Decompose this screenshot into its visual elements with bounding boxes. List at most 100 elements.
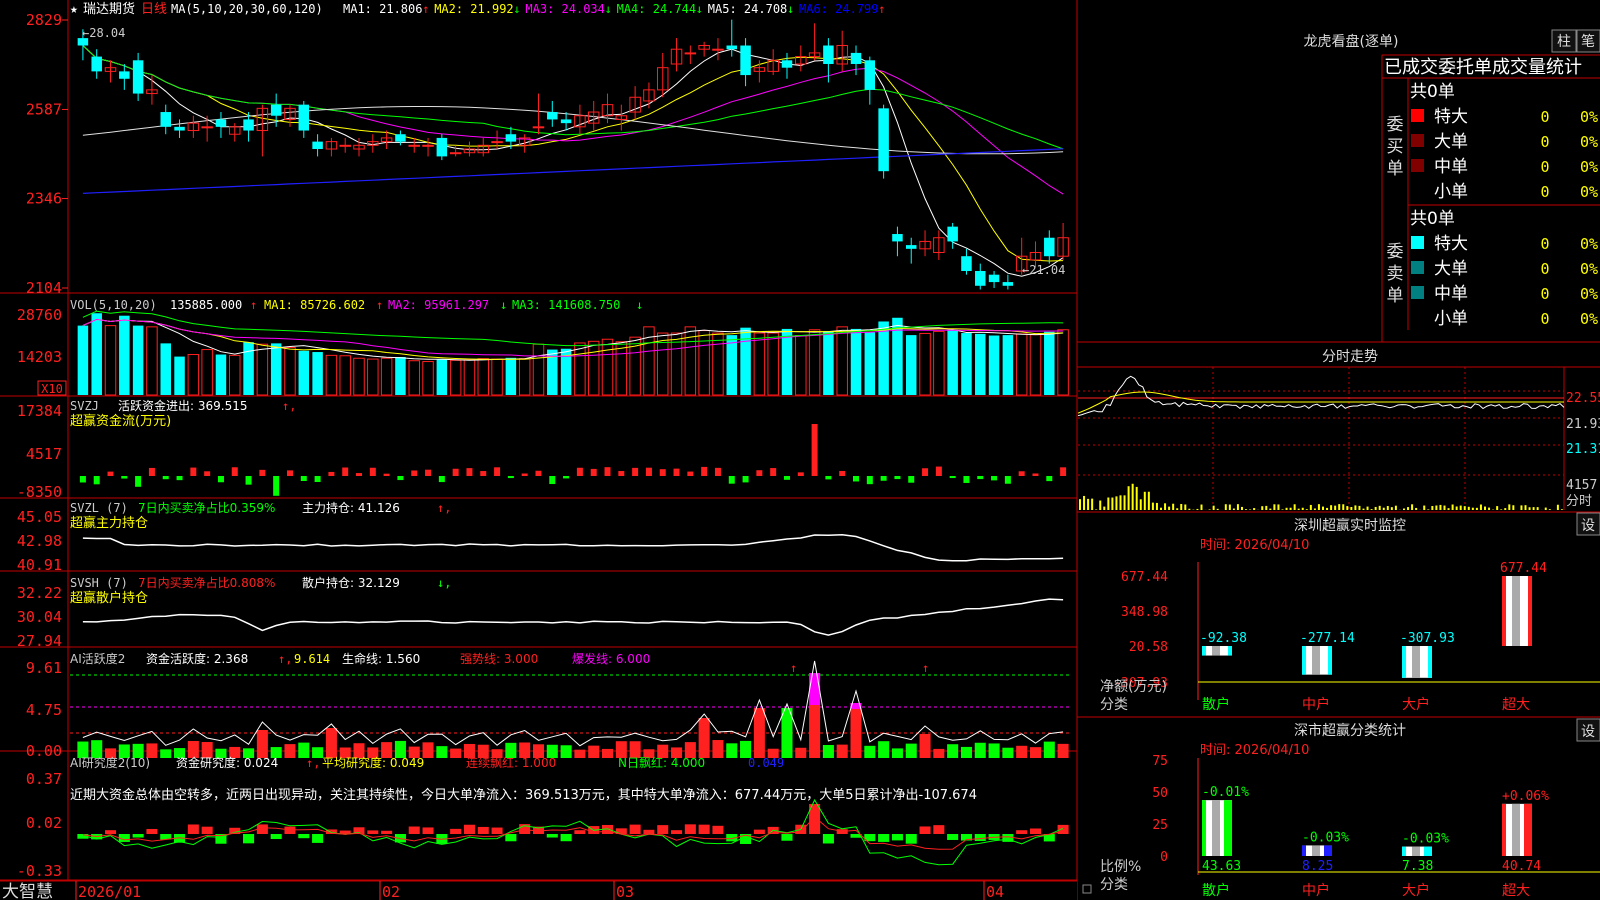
classify-value: 40.74 — [1502, 859, 1541, 874]
svzj-bar — [231, 467, 238, 476]
sell-side-label: 单 — [1387, 286, 1404, 306]
dragon-header: 已成交委托单成交量统计 — [1384, 57, 1582, 78]
svzj-axis-label: 17384 — [17, 402, 62, 420]
intraday-volume-bar — [1317, 504, 1320, 510]
svzj-bar — [1046, 476, 1053, 482]
svzj-bar — [452, 468, 459, 476]
x-axis-label: 2026/01 — [78, 883, 141, 900]
ma-value-1: MA1: 21.806 — [343, 2, 422, 16]
price-axis-label: 2104 — [26, 279, 62, 297]
intraday-volume-bar — [1467, 506, 1470, 510]
monitor-bar-edge — [1502, 576, 1506, 646]
ai-act-bar — [1057, 743, 1069, 758]
svzj-bar — [659, 469, 666, 476]
candle-body — [395, 134, 406, 142]
intraday-volume-bar — [1184, 504, 1187, 510]
ai-act-axis-label: 9.61 — [26, 659, 62, 677]
candle-body — [740, 45, 751, 76]
ai-res-bar — [781, 834, 793, 841]
intraday-volume-bar — [1313, 508, 1316, 510]
ai-res-bar — [947, 834, 959, 840]
intraday-volume-bar — [1362, 508, 1365, 510]
ai-res-bar — [201, 826, 213, 834]
sell-row-pct: 0% — [1580, 235, 1598, 253]
classify-pct: +0.06% — [1502, 789, 1549, 804]
classify-category: 超大 — [1502, 883, 1530, 899]
classify-category: 中户 — [1302, 882, 1330, 899]
ai-res-bar — [1016, 830, 1028, 834]
brand-logo: 大智慧 — [2, 882, 53, 900]
svzj-bar — [632, 467, 639, 476]
monitor-xlabel: 分类 — [1100, 697, 1128, 713]
buy-row-label: 中单 — [1434, 157, 1468, 177]
classify-bar-edge — [1402, 846, 1406, 856]
monitor-axis-label: 348.98 — [1121, 605, 1168, 620]
intraday-volume-bar — [1309, 504, 1312, 510]
candle-body — [160, 112, 171, 127]
svzj-axis-label: 4517 — [26, 445, 62, 463]
ai-res-bar — [698, 824, 710, 834]
svzl-title: SVZL (7) — [70, 501, 128, 515]
classify-axis-label: 75 — [1152, 754, 1168, 769]
ai-res-bar — [933, 825, 945, 834]
svzj-bar — [687, 471, 694, 476]
buy-side-label: 单 — [1387, 159, 1404, 179]
candle-body — [947, 226, 958, 242]
intraday-axis-label: 21.93 — [1566, 417, 1600, 432]
intraday-volume-bar — [1196, 508, 1199, 510]
ma-arrow-3: ↓ — [605, 2, 612, 16]
ai-res-axis-label: 0.02 — [26, 814, 62, 832]
ai-res-value: 资金研究度: 0.024 — [176, 755, 278, 770]
ai-res-bar — [132, 834, 144, 838]
vol-axis-label: 28760 — [17, 306, 62, 324]
ai-act-bar — [588, 745, 600, 758]
dragon-title: 龙虎看盘(逐单) — [1304, 33, 1399, 50]
ai-res-bar — [657, 825, 669, 834]
ai-act-bar — [836, 744, 848, 758]
candle-body — [174, 126, 185, 131]
volume-bar — [947, 329, 958, 395]
ai-act-bar — [325, 728, 337, 758]
intraday-axis-label: 22.55 — [1566, 391, 1600, 406]
monitor-value: -307.93 — [1400, 631, 1455, 646]
ai-res-bar — [1057, 824, 1069, 834]
intraday-volume-bar — [1212, 505, 1215, 510]
intraday-volume-bar — [1374, 506, 1377, 510]
candle-body — [491, 141, 503, 144]
svzl-axis-label: 42.98 — [17, 532, 62, 550]
candle-body — [684, 52, 697, 55]
volume-bar — [850, 328, 862, 395]
intraday-volume-bar — [1330, 505, 1333, 510]
intraday-volume-bar — [1107, 497, 1110, 510]
volume-bar — [1002, 335, 1014, 395]
ai-res-nred: N日飘红: 4.000 — [618, 755, 705, 770]
intraday-volume-bar — [1504, 508, 1507, 510]
intraday-volume-bar — [1139, 499, 1142, 510]
classify-bar-edge — [1424, 846, 1432, 856]
intraday-volume-bar — [1431, 505, 1434, 510]
intraday-volume-bar — [1285, 507, 1288, 510]
buy-row-label: 小单 — [1434, 182, 1468, 202]
ai-act-bar — [726, 743, 738, 758]
candle-body — [892, 234, 903, 242]
buy-legend-square — [1411, 159, 1424, 172]
candle-body — [201, 126, 213, 129]
monitor-bar-edge — [1528, 576, 1532, 646]
intraday-volume-bar — [1208, 509, 1211, 510]
svzj-bar — [839, 470, 846, 476]
svzj-axis-label: -8350 — [17, 483, 62, 501]
intraday-volume-bar — [1544, 507, 1547, 510]
svzj-bar — [535, 470, 542, 476]
ai-res-bar — [1029, 828, 1042, 834]
vol-arrow: ↑ — [250, 298, 257, 312]
ai-act-bar — [905, 743, 917, 758]
classify-bar-shade — [1212, 800, 1220, 856]
volume-bar — [160, 343, 171, 395]
price-axis-label: 2587 — [26, 100, 62, 118]
ai-res-avg: 平均研究度: 0.049 — [322, 755, 424, 770]
intraday-volume-bar — [1135, 486, 1138, 510]
classify-title: 深市超赢分类统计 — [1294, 722, 1406, 739]
sell-total: 共0单 — [1410, 209, 1455, 229]
volume-bar — [77, 325, 89, 395]
intraday-volume-bar — [1488, 507, 1491, 510]
